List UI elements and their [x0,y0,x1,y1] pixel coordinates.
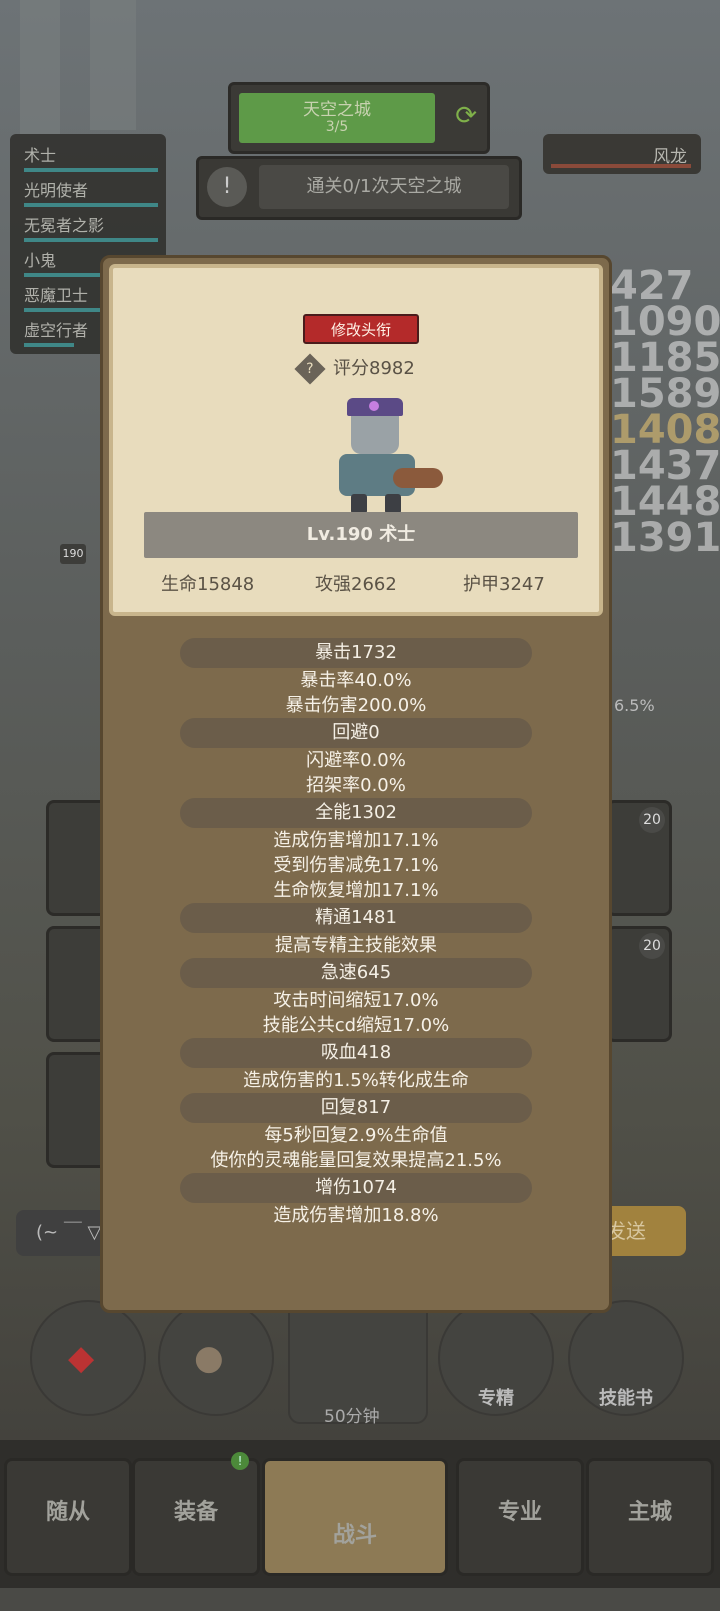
hero-leg [351,494,367,514]
stat-health: 生命15848 [161,574,255,595]
stat-armor: 护甲3247 [463,574,545,595]
attr-line: 造成伤害增加17.1% [273,830,439,851]
attribute-list: 暴击1732 暴击率40.0% 暴击伤害200.0% 回避0 闪避率0.0% 招… [103,638,609,1228]
change-title-button[interactable]: 修改头衔 [303,314,419,344]
attr-line: 生命恢复增加17.1% [273,880,439,901]
section-crit: 暴击1732 [180,638,532,668]
attr-line: 提高专精主技能效果 [275,935,437,956]
character-portrait [309,398,449,518]
attr-line: 招架率0.0% [306,775,406,796]
help-icon[interactable]: ? [294,353,326,385]
attr-line: 受到伤害减免17.1% [273,855,439,876]
score-text: 评分8982 [333,358,415,379]
character-attributes-panel: 修改头衔 ? 评分8982 Lv.190 术士 生命15848 攻强2662 护甲… [100,255,612,1313]
attr-line: 造成伤害的1.5%转化成生命 [243,1070,469,1091]
attr-line: 造成伤害增加18.8% [273,1205,439,1226]
section-haste: 急速645 [180,958,532,988]
character-header: 修改头衔 ? 评分8982 Lv.190 术士 生命15848 攻强2662 护甲… [109,264,603,616]
help-icon-glyph: ? [306,361,314,377]
section-avoidance: 回避0 [180,718,532,748]
stat-attack-power: 攻强2662 [315,574,397,595]
section-damage-increase: 增伤1074 [180,1173,532,1203]
attr-line: 使你的灵魂能量回复效果提高21.5% [210,1150,502,1171]
attr-line: 技能公共cd缩短17.0% [262,1015,450,1036]
attr-line: 暴击伤害200.0% [285,695,427,716]
attr-line: 每5秒回复2.9%生命值 [264,1125,448,1146]
attr-line: 攻击时间缩短17.0% [273,990,439,1011]
attr-line: 闪避率0.0% [306,750,406,771]
hero-weapon [393,468,443,488]
section-leech: 吸血418 [180,1038,532,1068]
section-mastery: 精通1481 [180,903,532,933]
hero-leg [385,494,401,514]
hero-gem [369,401,379,411]
character-name-bar: Lv.190 术士 [144,512,578,558]
section-versatility: 全能1302 [180,798,532,828]
attr-line: 暴击率40.0% [300,670,412,691]
section-regen: 回复817 [180,1093,532,1123]
score-row: ? 评分8982 [294,353,415,385]
